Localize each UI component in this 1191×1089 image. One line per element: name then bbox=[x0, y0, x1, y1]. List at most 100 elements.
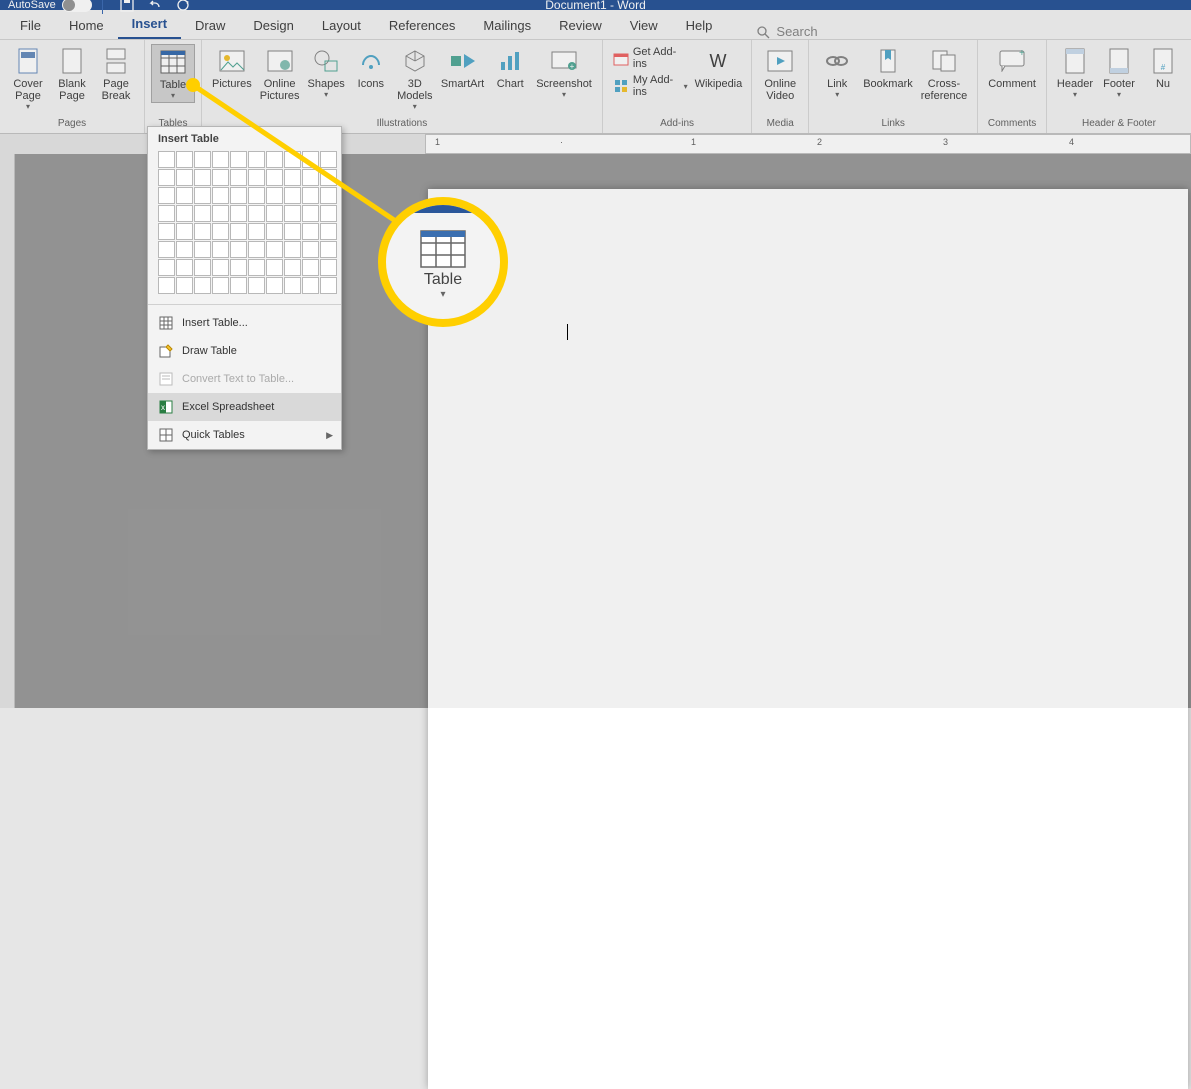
cover-page-button[interactable]: CoverPage▾ bbox=[6, 44, 50, 113]
comment-button[interactable]: + Comment bbox=[984, 44, 1040, 92]
grid-cell[interactable] bbox=[248, 241, 265, 258]
grid-cell[interactable] bbox=[176, 187, 193, 204]
grid-cell[interactable] bbox=[212, 241, 229, 258]
grid-cell[interactable] bbox=[176, 151, 193, 168]
online-video-button[interactable]: OnlineVideo bbox=[758, 44, 802, 104]
grid-cell[interactable] bbox=[320, 151, 337, 168]
pictures-button[interactable]: Pictures bbox=[208, 44, 256, 113]
page[interactable] bbox=[428, 189, 1188, 1089]
grid-cell[interactable] bbox=[158, 169, 175, 186]
grid-cell[interactable] bbox=[158, 277, 175, 294]
grid-cell[interactable] bbox=[194, 151, 211, 168]
grid-cell[interactable] bbox=[302, 241, 319, 258]
grid-cell[interactable] bbox=[158, 187, 175, 204]
grid-cell[interactable] bbox=[320, 223, 337, 240]
grid-cell[interactable] bbox=[284, 259, 301, 276]
header-button[interactable]: Header▾ bbox=[1053, 44, 1097, 101]
grid-cell[interactable] bbox=[212, 277, 229, 294]
grid-cell[interactable] bbox=[158, 241, 175, 258]
grid-cell[interactable] bbox=[212, 151, 229, 168]
grid-cell[interactable] bbox=[284, 277, 301, 294]
grid-cell[interactable] bbox=[266, 187, 283, 204]
grid-cell[interactable] bbox=[266, 205, 283, 222]
grid-cell[interactable] bbox=[194, 169, 211, 186]
table-size-grid[interactable] bbox=[148, 151, 341, 300]
grid-cell[interactable] bbox=[176, 277, 193, 294]
grid-cell[interactable] bbox=[320, 241, 337, 258]
grid-cell[interactable] bbox=[194, 187, 211, 204]
grid-cell[interactable] bbox=[284, 205, 301, 222]
vertical-ruler[interactable] bbox=[0, 154, 15, 708]
screenshot-button[interactable]: + Screenshot▾ bbox=[532, 44, 596, 113]
bookmark-button[interactable]: Bookmark bbox=[859, 44, 917, 104]
grid-cell[interactable] bbox=[320, 277, 337, 294]
grid-cell[interactable] bbox=[284, 223, 301, 240]
grid-cell[interactable] bbox=[230, 169, 247, 186]
get-addins-button[interactable]: Get Add-ins bbox=[609, 44, 692, 72]
draw-table-item[interactable]: Draw Table bbox=[148, 337, 341, 365]
grid-cell[interactable] bbox=[266, 259, 283, 276]
grid-cell[interactable] bbox=[194, 205, 211, 222]
grid-cell[interactable] bbox=[284, 241, 301, 258]
grid-cell[interactable] bbox=[302, 169, 319, 186]
tab-home[interactable]: Home bbox=[55, 12, 118, 39]
3d-models-button[interactable]: 3DModels▾ bbox=[393, 44, 437, 113]
table-button[interactable]: Table▾ bbox=[151, 44, 195, 103]
grid-cell[interactable] bbox=[266, 169, 283, 186]
grid-cell[interactable] bbox=[212, 223, 229, 240]
wikipedia-button[interactable]: W Wikipedia bbox=[692, 44, 746, 100]
cross-reference-button[interactable]: Cross-reference bbox=[917, 44, 971, 104]
grid-cell[interactable] bbox=[230, 241, 247, 258]
grid-cell[interactable] bbox=[194, 241, 211, 258]
tab-file[interactable]: File bbox=[6, 12, 55, 39]
grid-cell[interactable] bbox=[158, 259, 175, 276]
grid-cell[interactable] bbox=[302, 277, 319, 294]
tab-draw[interactable]: Draw bbox=[181, 12, 239, 39]
grid-cell[interactable] bbox=[230, 151, 247, 168]
link-button[interactable]: Link▾ bbox=[815, 44, 859, 104]
grid-cell[interactable] bbox=[266, 223, 283, 240]
grid-cell[interactable] bbox=[176, 205, 193, 222]
tab-insert[interactable]: Insert bbox=[118, 10, 181, 39]
grid-cell[interactable] bbox=[194, 277, 211, 294]
tab-design[interactable]: Design bbox=[239, 12, 307, 39]
grid-cell[interactable] bbox=[266, 277, 283, 294]
insert-table-item[interactable]: Insert Table... bbox=[148, 309, 341, 337]
tab-references[interactable]: References bbox=[375, 12, 469, 39]
grid-cell[interactable] bbox=[248, 187, 265, 204]
grid-cell[interactable] bbox=[302, 187, 319, 204]
grid-cell[interactable] bbox=[212, 259, 229, 276]
tab-mailings[interactable]: Mailings bbox=[469, 12, 545, 39]
grid-cell[interactable] bbox=[212, 187, 229, 204]
footer-button[interactable]: Footer▾ bbox=[1097, 44, 1141, 101]
blank-page-button[interactable]: BlankPage bbox=[50, 44, 94, 113]
grid-cell[interactable] bbox=[248, 259, 265, 276]
shapes-button[interactable]: Shapes▾ bbox=[304, 44, 349, 113]
tab-help[interactable]: Help bbox=[672, 12, 727, 39]
online-pictures-button[interactable]: OnlinePictures bbox=[256, 44, 304, 113]
quick-tables-item[interactable]: Quick Tables ▶ bbox=[148, 421, 341, 449]
grid-cell[interactable] bbox=[176, 241, 193, 258]
smartart-button[interactable]: SmartArt bbox=[437, 44, 488, 113]
page-break-button[interactable]: PageBreak bbox=[94, 44, 138, 113]
grid-cell[interactable] bbox=[320, 205, 337, 222]
grid-cell[interactable] bbox=[320, 169, 337, 186]
grid-cell[interactable] bbox=[230, 223, 247, 240]
grid-cell[interactable] bbox=[158, 205, 175, 222]
grid-cell[interactable] bbox=[320, 187, 337, 204]
grid-cell[interactable] bbox=[284, 187, 301, 204]
grid-cell[interactable] bbox=[284, 169, 301, 186]
grid-cell[interactable] bbox=[230, 259, 247, 276]
tab-layout[interactable]: Layout bbox=[308, 12, 375, 39]
grid-cell[interactable] bbox=[158, 151, 175, 168]
autosave-toggle[interactable] bbox=[62, 0, 92, 12]
grid-cell[interactable] bbox=[248, 223, 265, 240]
grid-cell[interactable] bbox=[230, 277, 247, 294]
my-addins-button[interactable]: My Add-ins ▾ bbox=[609, 72, 692, 100]
grid-cell[interactable] bbox=[248, 205, 265, 222]
grid-cell[interactable] bbox=[212, 205, 229, 222]
icons-button[interactable]: Icons bbox=[349, 44, 393, 113]
tab-review[interactable]: Review bbox=[545, 12, 616, 39]
grid-cell[interactable] bbox=[266, 151, 283, 168]
grid-cell[interactable] bbox=[194, 259, 211, 276]
